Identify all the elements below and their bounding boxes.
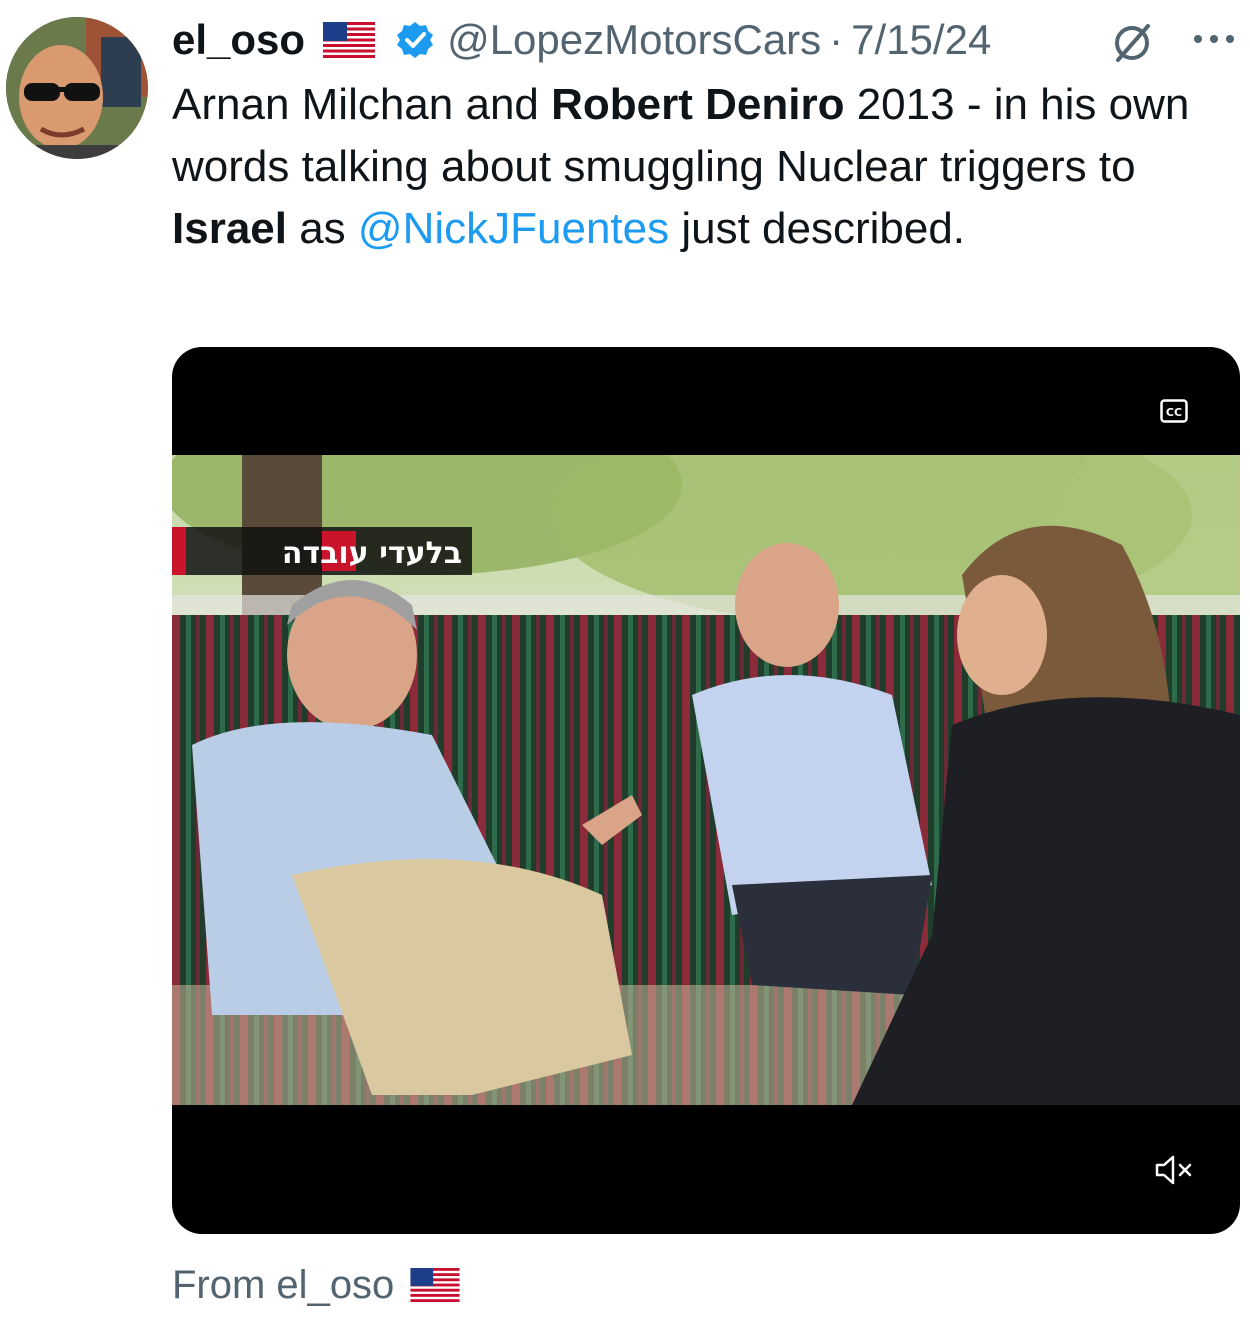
user-handle[interactable]: @LopezMotorsCars bbox=[447, 16, 821, 64]
avatar-photo bbox=[6, 17, 148, 159]
from-label[interactable]: From el_oso bbox=[172, 1263, 394, 1308]
post-text: Arnan Milchan and Robert Deniro 2013 - i… bbox=[172, 74, 1232, 260]
post-text-part: as bbox=[286, 204, 358, 253]
muted-speaker-icon[interactable] bbox=[1154, 1153, 1194, 1187]
mention-link[interactable]: @NickJFuentes bbox=[358, 204, 669, 253]
avatar[interactable] bbox=[6, 17, 148, 159]
post-text-part: just described. bbox=[669, 204, 966, 253]
post-header: el_oso @LopezMotorsCars · 7/15/24 bbox=[172, 14, 991, 66]
us-flag-icon bbox=[410, 1268, 460, 1302]
svg-text:CC: CC bbox=[1166, 406, 1182, 419]
post-text-bold: Israel bbox=[172, 204, 287, 253]
post-date[interactable]: 7/15/24 bbox=[851, 16, 991, 64]
separator-dot: · bbox=[829, 16, 844, 63]
closed-captions-icon[interactable]: CC bbox=[1160, 399, 1188, 423]
post-footer: From el_oso bbox=[172, 1260, 460, 1310]
more-options-icon[interactable] bbox=[1190, 24, 1238, 54]
post-text-part: Arnan Milchan and bbox=[172, 80, 552, 129]
grok-icon[interactable] bbox=[1108, 20, 1158, 66]
video-player[interactable]: בלעדי עובדה CC bbox=[172, 347, 1240, 1234]
post-text-bold: Robert Deniro bbox=[551, 80, 845, 129]
video-overlay-text: בלעדי עובדה bbox=[282, 536, 462, 571]
video-frame: בלעדי עובדה bbox=[172, 455, 1240, 1105]
display-name[interactable]: el_oso bbox=[172, 16, 305, 64]
us-flag-icon bbox=[323, 22, 376, 58]
verified-badge-icon[interactable] bbox=[395, 20, 435, 60]
